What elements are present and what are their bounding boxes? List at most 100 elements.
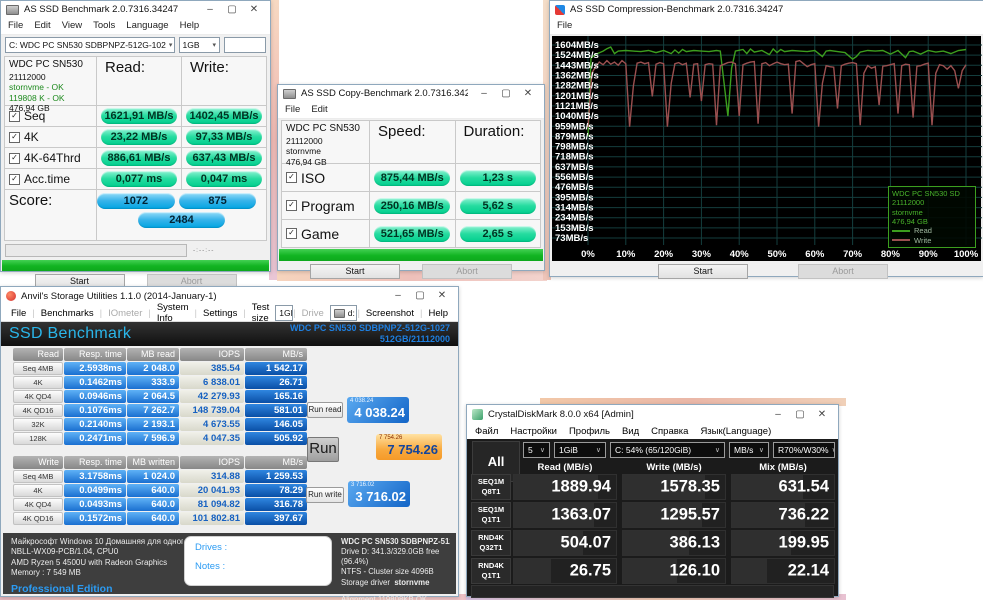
- menu-screenshot[interactable]: Screenshot: [360, 308, 420, 319]
- menu-file[interactable]: File: [285, 104, 300, 115]
- drives-notes-panel[interactable]: Drives : Notes :: [184, 536, 332, 586]
- write-value: 0,047 ms: [186, 171, 262, 187]
- test-label-seq1m-q8t1[interactable]: SEQ1MQ8T1: [471, 474, 511, 500]
- menu-language[interactable]: Language: [126, 20, 168, 31]
- menu-settings[interactable]: Настройки: [510, 426, 557, 437]
- drive-select[interactable]: d: [data]▾: [330, 305, 358, 321]
- row-label: Seq 4MB: [13, 362, 63, 375]
- maximize-icon[interactable]: ▢: [495, 86, 517, 102]
- mb-value: 2 048.0: [127, 362, 179, 375]
- run-button[interactable]: Run: [307, 437, 339, 462]
- row-label: 4K: [24, 130, 39, 144]
- abort-button[interactable]: Abort: [798, 264, 888, 279]
- resp-value: 0.2140ms: [64, 418, 126, 431]
- titlebar[interactable]: AS SSD Compression-Benchmark 2.0.7316.34…: [550, 1, 983, 18]
- mbs-value: 581.01: [245, 404, 307, 417]
- titlebar[interactable]: CrystalDiskMark 8.0.0 x64 [Admin] – ▢ ✕: [467, 405, 838, 424]
- minimize-icon[interactable]: –: [473, 86, 495, 102]
- test-size-select[interactable]: 1GB▾: [275, 305, 293, 321]
- table-row-acctime: ✓Acc.time 0,077 ms 0,047 ms: [5, 169, 266, 190]
- window-as-ssd-compression-benchmark: AS SSD Compression-Benchmark 2.0.7316.34…: [549, 0, 983, 277]
- minimize-icon[interactable]: –: [767, 407, 789, 423]
- write-column-header: Write (MB/s): [622, 462, 726, 473]
- menu-help[interactable]: Help: [422, 308, 454, 319]
- menu-view[interactable]: Вид: [622, 426, 639, 437]
- mb-value: 640.0: [127, 512, 179, 525]
- menu-system-info[interactable]: System Info: [151, 302, 195, 324]
- close-icon[interactable]: ✕: [811, 407, 833, 423]
- minimize-icon[interactable]: –: [199, 2, 221, 18]
- info-row: WDC PC SN530 21112000 stornvme 476,94 GB…: [282, 121, 540, 164]
- menu-view[interactable]: View: [62, 20, 82, 31]
- mix-ratio-select[interactable]: R70%/W30%∨: [773, 442, 835, 458]
- checkbox-acctime[interactable]: ✓: [9, 174, 20, 185]
- target-drive-select[interactable]: C: 54% (65/120GiB)∨: [610, 442, 725, 458]
- window-crystaldiskmark: CrystalDiskMark 8.0.0 x64 [Admin] – ▢ ✕ …: [466, 404, 839, 597]
- test-size-label: Test size: [246, 302, 275, 324]
- menu-help[interactable]: Справка: [651, 426, 688, 437]
- menu-help[interactable]: Help: [180, 20, 200, 31]
- score-label: Score:: [9, 192, 52, 209]
- titlebar[interactable]: AS SSD Benchmark 2.0.7316.34247 – ▢ ✕: [1, 1, 270, 18]
- test-size-select[interactable]: 1GiB∨: [554, 442, 606, 458]
- menu-file[interactable]: File: [5, 308, 32, 319]
- maximize-icon[interactable]: ▢: [789, 407, 811, 423]
- checkbox-seq[interactable]: ✓: [9, 111, 20, 122]
- device-model: WDC PC SN530: [9, 59, 92, 72]
- menu-iometer[interactable]: IOmeter: [102, 308, 148, 319]
- iops-value: 6 838.01: [180, 376, 244, 389]
- menu-file[interactable]: File: [8, 20, 23, 31]
- drive-select[interactable]: C: WDC PC SN530 SDBPNPZ-512G-102▾: [5, 37, 175, 53]
- abort-button[interactable]: Abort: [422, 264, 512, 279]
- run-read-button[interactable]: Run read: [307, 402, 343, 418]
- chart-legend: WDC PC SN530 SD 21112000 stornvme 476,94…: [888, 186, 976, 248]
- test-label-rnd4k-q32t1[interactable]: RND4KQ32T1: [471, 530, 511, 556]
- test-label-rnd4k-q1t1[interactable]: RND4KQ1T1: [471, 558, 511, 584]
- unit-select[interactable]: MB/s∨: [729, 442, 769, 458]
- menu-file[interactable]: File: [557, 20, 572, 31]
- iops-value: 314.88: [180, 470, 244, 483]
- close-icon[interactable]: ✕: [431, 288, 453, 304]
- menu-tools[interactable]: Tools: [93, 20, 115, 31]
- checkbox-iso[interactable]: ✓: [286, 172, 297, 183]
- menu-edit[interactable]: Edit: [311, 104, 327, 115]
- svg-text:73MB/s: 73MB/s: [555, 233, 588, 244]
- params-input[interactable]: [224, 37, 266, 53]
- menu-file[interactable]: Файл: [475, 426, 498, 437]
- checkbox-4k64[interactable]: ✓: [9, 153, 20, 164]
- write-table: Write Resp. time MB written IOPS MB/s Se…: [13, 456, 307, 525]
- test-label-seq1m-q1t1[interactable]: SEQ1MQ1T1: [471, 502, 511, 528]
- menu-settings[interactable]: Settings: [197, 308, 243, 319]
- titlebar[interactable]: AS SSD Copy-Benchmark 2.0.7316.34247 – ▢…: [278, 85, 544, 102]
- maximize-icon[interactable]: ▢: [409, 288, 431, 304]
- close-icon[interactable]: ✕: [243, 2, 265, 18]
- close-icon[interactable]: ✕: [517, 86, 539, 102]
- checkbox-game[interactable]: ✓: [286, 228, 297, 239]
- menu-benchmarks[interactable]: Benchmarks: [35, 308, 100, 319]
- window-title: CrystalDiskMark 8.0.0 x64 [Admin]: [488, 409, 762, 420]
- menu-profile[interactable]: Профиль: [569, 426, 610, 437]
- window-as-ssd-copy-benchmark: AS SSD Copy-Benchmark 2.0.7316.34247 – ▢…: [277, 84, 545, 271]
- run-write-button[interactable]: Run write: [306, 487, 344, 503]
- mix-result: 736.22: [731, 502, 835, 528]
- start-button[interactable]: Start: [310, 264, 400, 279]
- checkbox-4k[interactable]: ✓: [9, 132, 20, 143]
- titlebar[interactable]: Anvil's Storage Utilities 1.1.0 (2014-Ja…: [1, 287, 458, 305]
- menu-edit[interactable]: Edit: [34, 20, 50, 31]
- window-title: Anvil's Storage Utilities 1.1.0 (2014-Ja…: [21, 291, 382, 302]
- speed-value: 250,16 MB/s: [374, 198, 450, 214]
- start-button[interactable]: Start: [658, 264, 748, 279]
- checkbox-program[interactable]: ✓: [286, 200, 297, 211]
- test-size-select[interactable]: 1GB▾: [179, 37, 220, 53]
- menu-language[interactable]: Язык(Language): [700, 426, 771, 437]
- mix-result: 199.95: [731, 530, 835, 556]
- window-title: AS SSD Copy-Benchmark 2.0.7316.34247: [301, 88, 468, 99]
- app-icon-anvil: [6, 291, 16, 301]
- minimize-icon[interactable]: –: [387, 288, 409, 304]
- resp-value: 0.0493ms: [64, 498, 126, 511]
- maximize-icon[interactable]: ▢: [221, 2, 243, 18]
- test-count-select[interactable]: 5∨: [523, 442, 550, 458]
- read-value: 1621,91 MB/s: [101, 108, 177, 124]
- window-as-ssd-benchmark: AS SSD Benchmark 2.0.7316.34247 – ▢ ✕ Fi…: [0, 0, 271, 272]
- read-score-mini: 4 038.24: [347, 397, 409, 404]
